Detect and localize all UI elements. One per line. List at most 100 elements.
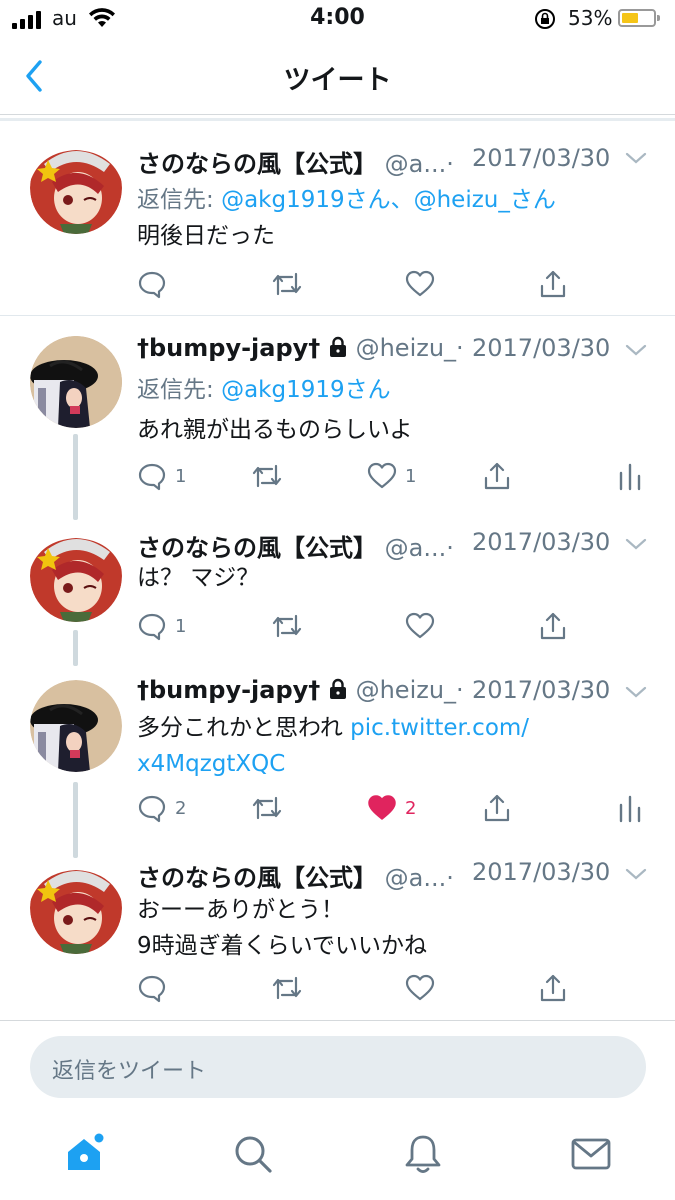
lock-icon [329,336,346,357]
avatar[interactable] [30,336,122,428]
tab-messages[interactable] [569,1132,613,1176]
tab-bar [0,1118,675,1200]
reply-button[interactable]: 1 [137,608,186,644]
retweet-button[interactable] [251,790,283,826]
analytics-icon [619,463,641,491]
retweet-button[interactable] [271,266,303,302]
tweet-date[interactable]: 2017/03/30 [472,334,610,362]
heart-icon [405,270,435,297]
reply-button[interactable]: 1 [137,458,186,494]
author-name[interactable]: さのならの風【公式】 [137,864,377,892]
chevron-down-icon[interactable] [624,684,648,700]
reply-to-line: 返信先: @akg1919さん、@heizu_さん [137,180,556,214]
separator-dot: · [446,534,454,562]
author-name[interactable]: †bumpy-japy† [137,676,320,704]
navigation-bar: ツイート [0,40,675,115]
tweet-date[interactable]: 2017/03/30 [472,144,610,172]
tweet-text: おーーありがとう！ 9時過ぎ着くらいでいいかね [137,892,427,964]
avatar[interactable] [30,862,122,954]
author-handle[interactable]: @heizu_ [356,334,456,362]
tweet-text: は？ マジ？ [137,560,259,596]
share-button[interactable] [482,458,512,494]
retweet-button[interactable] [271,608,303,644]
share-icon [484,462,510,490]
author-name[interactable]: †bumpy-japy† [137,334,320,362]
retweet-icon [272,272,302,296]
share-icon [540,974,566,1002]
tweet-header: さのならの風【公式】 @a...· [137,144,454,179]
retweet-button[interactable] [271,970,303,1006]
retweet-button[interactable] [251,458,283,494]
chevron-down-icon[interactable] [624,150,648,166]
tweet-date[interactable]: 2017/03/30 [472,528,610,556]
tweet-text-line: あれ親が出るものらしいよ [137,417,413,443]
like-count: 2 [405,797,417,819]
reply-mentions[interactable]: @akg1919さん [221,377,391,403]
chevron-down-icon[interactable] [624,866,648,882]
rotation-lock-icon [535,9,555,29]
like-button[interactable]: 2 [367,790,416,826]
analytics-button[interactable] [616,458,644,494]
author-handle[interactable]: @a... [385,534,447,562]
share-icon [540,612,566,640]
analytics-icon [619,795,641,823]
tweet[interactable]: さのならの風【公式】 @a...· 2017/03/30 は？ マジ？ 1 [0,512,675,666]
chevron-down-icon[interactable] [624,536,648,552]
share-button[interactable] [538,970,568,1006]
separator-dot: · [446,150,454,178]
analytics-button[interactable] [616,790,644,826]
tweet-date[interactable]: 2017/03/30 [472,858,610,886]
reply-prefix: 返信先: [137,377,214,403]
tweet-text-line: 明後日だった [137,223,275,249]
chevron-down-icon[interactable] [624,342,648,358]
avatar[interactable] [30,142,122,234]
tab-notifications[interactable] [401,1132,445,1176]
reply-button[interactable]: 2 [137,790,186,826]
like-button[interactable] [405,266,435,302]
reply-count: 1 [175,465,187,487]
media-link[interactable]: pic.twitter.com/ [350,715,529,741]
share-icon [484,794,510,822]
tweet[interactable]: †bumpy-japy† @heizu_· 2017/03/30 多分これかと思… [0,660,675,858]
separator-dot: · [456,676,464,704]
tweet-text-plain: 多分これかと思われ [137,715,351,741]
reply-button[interactable] [137,970,167,1006]
tweet-actions: 1 1 [0,458,675,498]
heart-icon [405,612,435,639]
reply-mentions[interactable]: @akg1919さん、@heizu_さん [221,187,556,213]
reply-placeholder: 返信をツイート [52,1059,207,1084]
tweet-text-line: おーーありがとう！ [137,897,344,923]
reply-to-line: 返信先: @akg1919さん [137,370,391,404]
search-icon [235,1136,272,1173]
retweet-icon [272,614,302,638]
tweet[interactable]: さのならの風【公式】 @a...· 2017/03/30 おーーありがとう！ 9… [0,842,675,1020]
author-handle[interactable]: @a... [385,150,447,178]
like-button[interactable] [405,970,435,1006]
media-link-continued[interactable]: x4MqzgtXQC [137,751,285,777]
separator-dot: · [456,334,464,362]
author-name[interactable]: さのならの風【公式】 [137,150,377,178]
reply-input[interactable]: 返信をツイート [30,1036,646,1098]
like-button[interactable]: 1 [367,458,416,494]
share-button[interactable] [538,266,568,302]
separator-dot: · [446,864,454,892]
reply-prefix: 返信先: [137,187,214,213]
author-name[interactable]: さのならの風【公式】 [137,534,377,562]
author-handle[interactable]: @a... [385,864,447,892]
author-handle[interactable]: @heizu_ [356,676,456,704]
share-button[interactable] [482,790,512,826]
tweet-actions: 2 2 [0,790,675,830]
tweet-date[interactable]: 2017/03/30 [472,676,610,704]
reply-button[interactable] [137,266,167,302]
tweet[interactable]: さのならの風【公式】 @a...· 2017/03/30 返信先: @akg19… [0,130,675,316]
heart-icon [367,462,397,489]
share-button[interactable] [538,608,568,644]
tweet-header: さのならの風【公式】 @a...· [137,528,454,563]
tab-home[interactable] [62,1132,106,1176]
tab-search[interactable] [231,1132,275,1176]
like-button[interactable] [405,608,435,644]
share-icon [540,270,566,298]
composer-separator [0,1020,675,1021]
tweet[interactable]: †bumpy-japy† @heizu_· 2017/03/30 返信先: @a… [0,316,675,520]
avatar[interactable] [30,680,122,772]
